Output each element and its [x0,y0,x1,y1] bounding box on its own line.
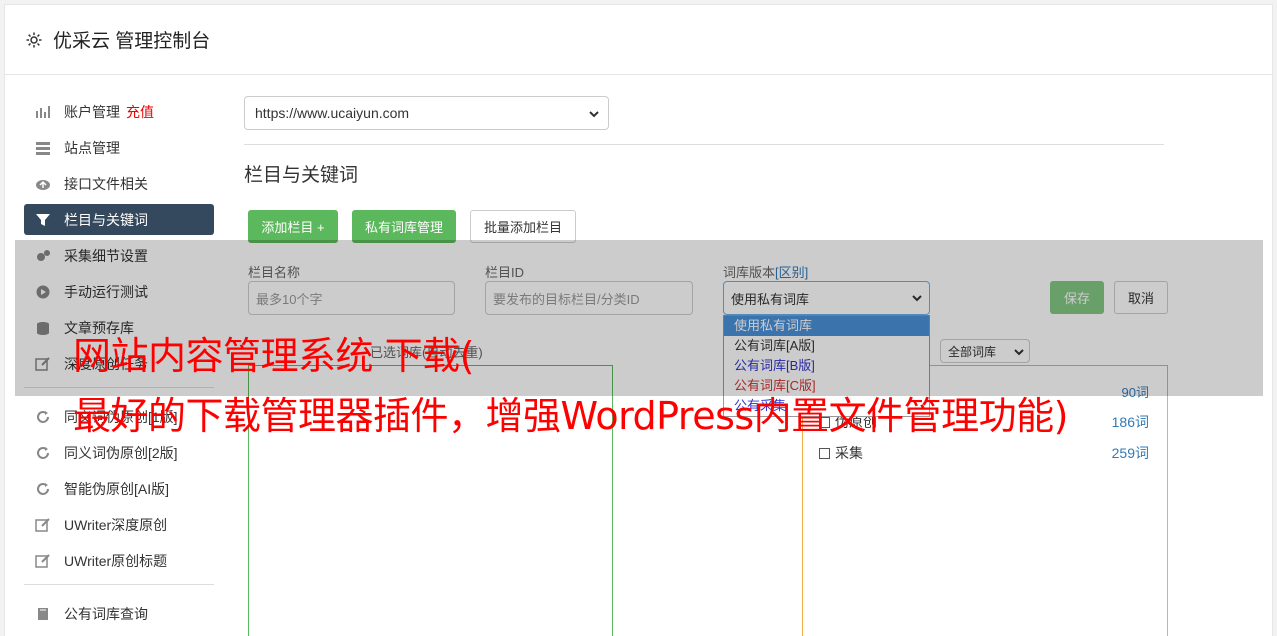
site-select-value: https://www.ucaiyun.com [255,105,410,121]
private-lib-button[interactable]: 私有词库管理 [352,210,456,243]
bar-chart-icon [35,104,51,120]
sidebar-item-uwriter-title[interactable]: UWriter原创标题 [24,545,214,576]
page-title: 优采云 管理控制台 [53,31,211,52]
lib-item-name: 采集 [835,445,863,461]
sidebar-item-label: UWriter原创标题 [64,552,168,569]
page-header: 优采云 管理控制台 [5,5,1272,75]
sidebar-item-label: 站点管理 [64,139,120,156]
checkbox[interactable] [819,447,830,459]
edit-icon [35,553,51,569]
sidebar-item-sites[interactable]: 站点管理 [24,132,214,163]
refresh-icon [35,409,51,425]
refresh-icon [35,445,51,461]
batch-add-button[interactable]: 批量添加栏目 [470,210,576,243]
server-icon [35,140,51,156]
refresh-icon [35,481,51,497]
sidebar-item-public-lib-query[interactable]: 公有词库查询 [24,598,214,629]
lib-count: 259词 [1111,445,1149,461]
sidebar-item-label: 智能伪原创[AI版] [64,480,170,497]
sidebar-item-ai-rewrite[interactable]: 智能伪原创[AI版] [24,473,214,504]
sidebar-item-label: 接口文件相关 [64,175,148,192]
divider [244,144,1164,145]
lib-item-collect[interactable]: 采集 [819,443,863,463]
sidebar-item-interface[interactable]: 接口文件相关 [24,168,214,199]
sidebar-item-label: 栏目与关键词 [64,211,148,228]
book-icon [35,606,51,622]
sidebar-item-label: UWriter深度原创 [64,516,168,533]
filter-icon [35,212,51,228]
cloud-upload-icon [35,176,51,192]
sidebar-item-label: 同义词伪原创[2版] [64,444,178,461]
sidebar-divider [24,584,214,585]
sidebar-item-label: 公有词库查询 [64,605,148,622]
lib-count: 186词 [1111,414,1149,430]
sidebar-item-account[interactable]: 账户管理 充值 [24,96,214,127]
banner-line-2: 最好的下载管理器插件，增强WordPress内置文件管理功能) [73,394,1069,438]
add-column-button[interactable]: 添加栏目 + [248,210,338,243]
edit-icon [35,517,51,533]
sidebar-item-uwriter-deep[interactable]: UWriter深度原创 [24,509,214,540]
chevron-down-icon [588,107,600,123]
section-title: 栏目与关键词 [244,165,359,186]
sidebar-item-columns-keywords[interactable]: 栏目与关键词 [24,204,214,235]
sidebar-item-synonym-v2[interactable]: 同义词伪原创[2版] [24,437,214,468]
recharge-link[interactable]: 充值 [126,102,154,122]
sidebar-item-label: 账户管理 [64,103,120,120]
banner-line-1: 网站内容管理系统 下载( [73,334,474,378]
gear-icon [25,31,43,49]
site-select[interactable]: https://www.ucaiyun.com [244,96,609,130]
